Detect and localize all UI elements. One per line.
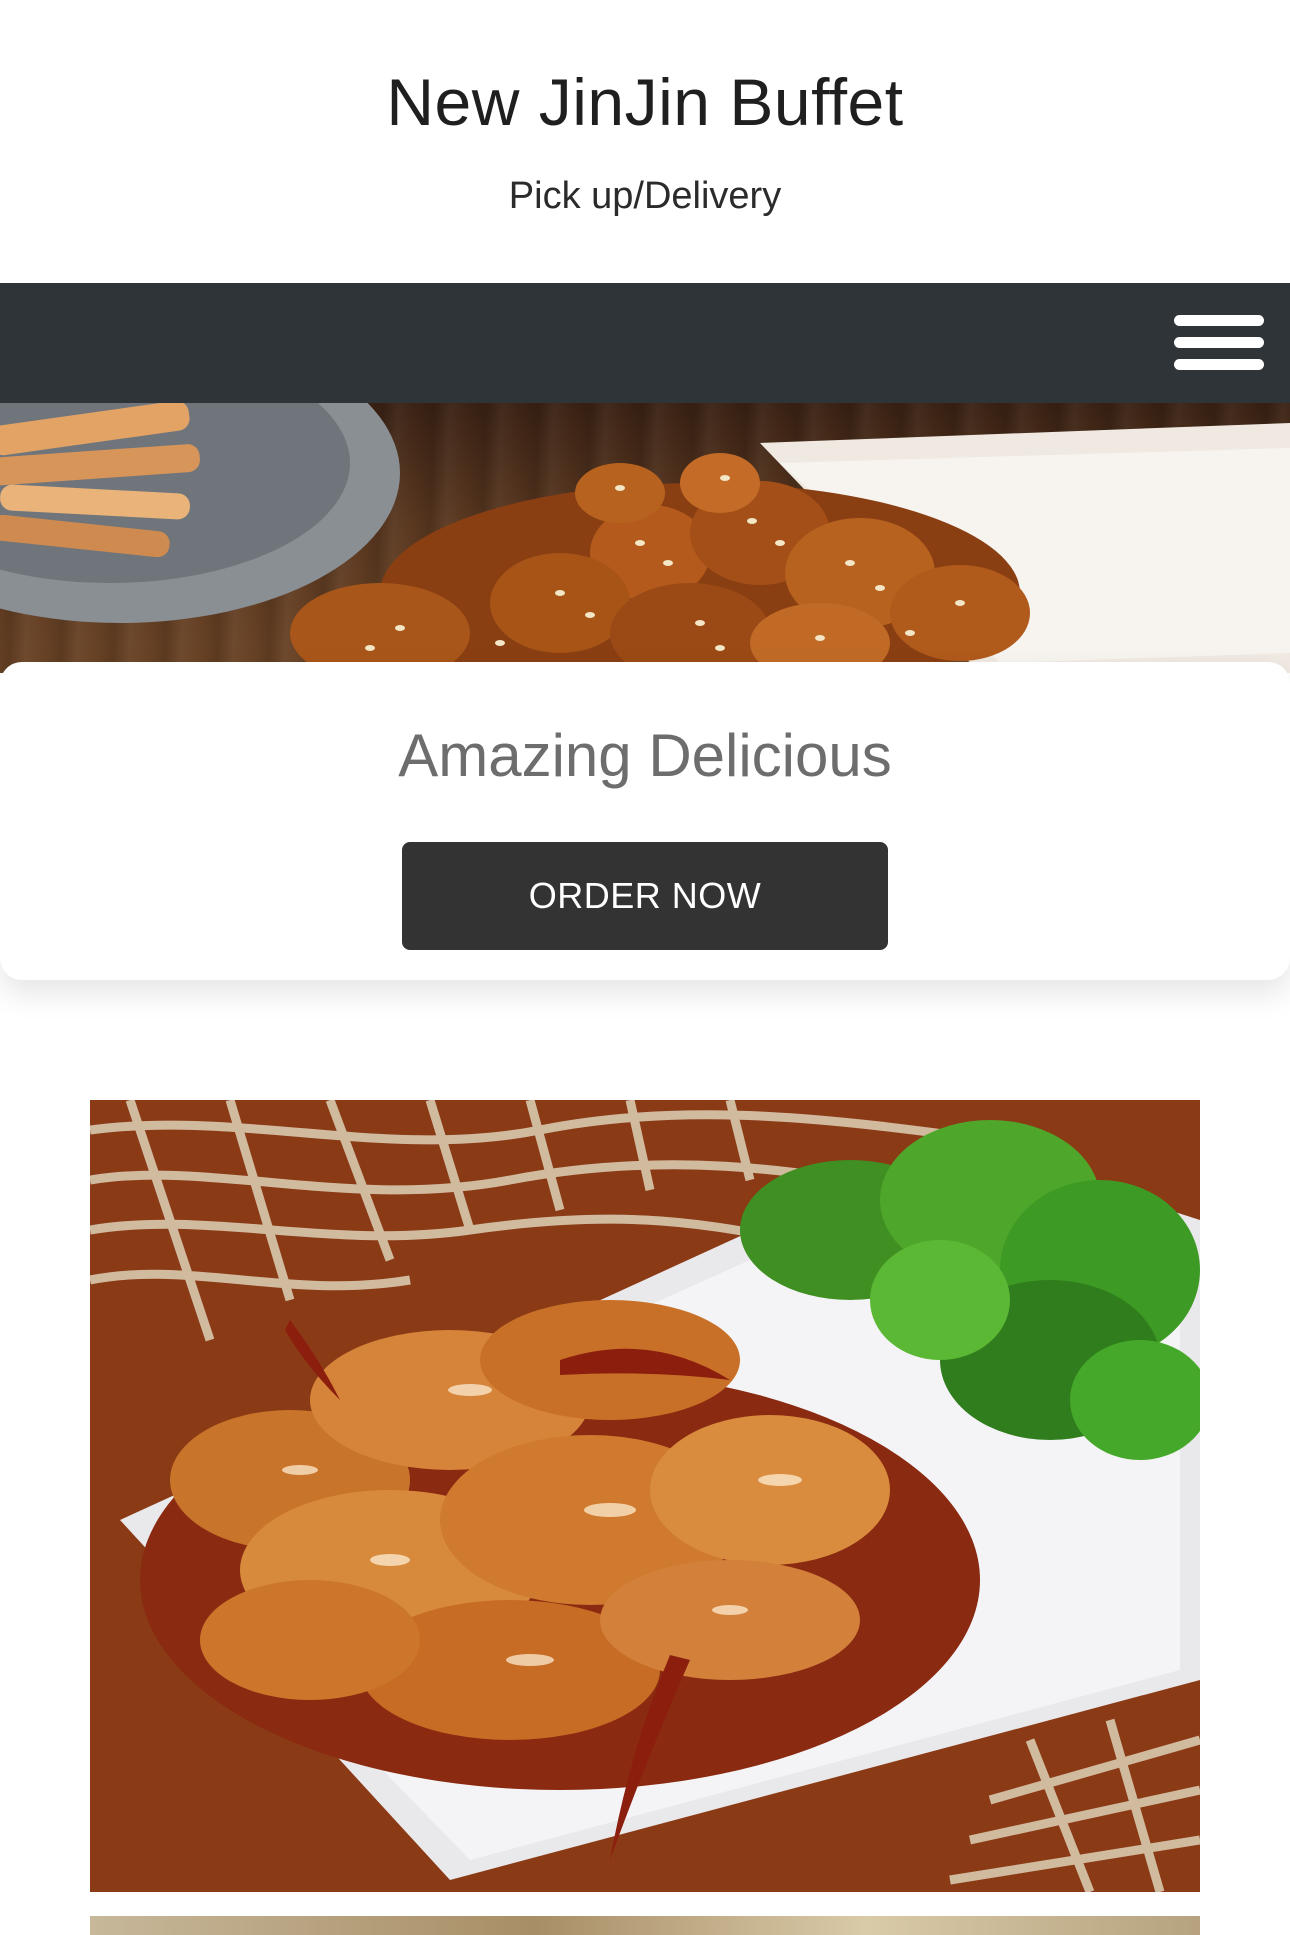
site-subtitle: Pick up/Delivery bbox=[508, 175, 782, 217]
menu-bar-line bbox=[1174, 337, 1264, 348]
site-header: New JinJin Buffet Pick up/Delivery bbox=[0, 0, 1290, 283]
food-photo-partial bbox=[90, 1916, 1200, 1935]
menu-bar-line bbox=[1174, 359, 1264, 370]
menu-bar-line bbox=[1174, 315, 1264, 326]
orange-chicken-illustration bbox=[90, 1100, 1200, 1892]
site-title[interactable]: New JinJin Buffet bbox=[0, 62, 1290, 142]
hero-banner-image bbox=[0, 403, 1290, 673]
order-now-button[interactable]: ORDER NOW bbox=[402, 842, 888, 950]
navbar bbox=[0, 283, 1290, 403]
promo-heading: Amazing Delicious bbox=[398, 722, 892, 789]
sesame-chicken-illustration bbox=[0, 403, 1290, 673]
hamburger-menu-icon[interactable] bbox=[1174, 313, 1264, 373]
orange-chicken-broccoli-photo bbox=[90, 1100, 1200, 1892]
promo-card: Amazing Delicious ORDER NOW bbox=[0, 662, 1290, 980]
